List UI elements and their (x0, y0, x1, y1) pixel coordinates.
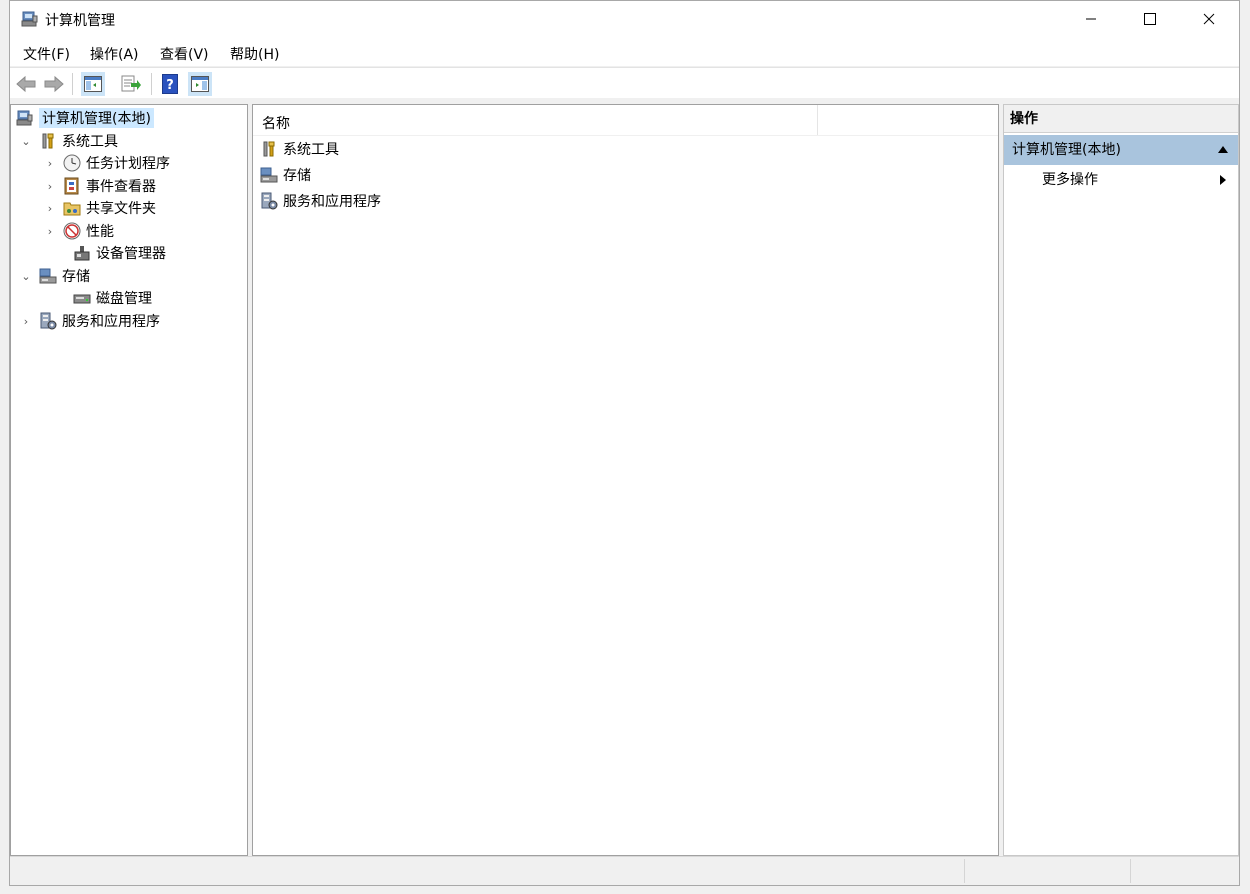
services-icon (261, 192, 278, 210)
toolbar: ? (10, 67, 1239, 98)
tree-item-performance[interactable]: › 性能 (45, 220, 114, 242)
column-divider[interactable] (817, 105, 818, 135)
maximize-button[interactable] (1121, 0, 1179, 38)
performance-icon (63, 222, 81, 240)
show-hide-action-pane-icon (191, 76, 209, 92)
disk-icon (73, 294, 91, 304)
chevron-right-icon[interactable]: › (21, 315, 31, 328)
forward-button[interactable] (42, 72, 66, 96)
tree-label: 磁盘管理 (96, 291, 152, 307)
column-header-name[interactable]: 名称 (262, 113, 290, 133)
chevron-down-icon[interactable]: ⌄ (21, 135, 31, 148)
clock-icon (63, 154, 81, 172)
tree-label: 共享文件夹 (86, 201, 156, 217)
list-item-storage[interactable]: 存储 (260, 163, 311, 187)
help-button[interactable]: ? (158, 72, 182, 96)
forward-arrow-icon (44, 75, 64, 93)
show-hide-console-tree-icon (84, 76, 102, 92)
tree-label: 任务计划程序 (86, 156, 170, 172)
tree-label: 设备管理器 (96, 246, 166, 262)
list-item-label: 服务和应用程序 (283, 194, 381, 210)
actions-section-header[interactable]: 计算机管理(本地) (1004, 135, 1238, 165)
actions-pane: 操作 计算机管理(本地) 更多操作 (1003, 104, 1239, 856)
tree-label: 系统工具 (62, 134, 118, 150)
list-item-services-applications[interactable]: 服务和应用程序 (260, 189, 381, 213)
svg-text:?: ? (166, 78, 174, 93)
chevron-right-icon[interactable]: › (45, 225, 55, 238)
tree-label: 性能 (86, 224, 114, 240)
computer-management-icon (21, 11, 38, 27)
tree-label: 存储 (62, 269, 90, 285)
tree-item-task-scheduler[interactable]: › 任务计划程序 (45, 152, 170, 174)
close-icon (1203, 13, 1215, 25)
tools-icon (42, 133, 54, 149)
show-hide-action-pane-button[interactable] (188, 72, 212, 96)
console-tree-pane: 计算机管理(本地) ⌄ 系统工具 › 任务计划程序 › 事件查看器 › 共享文件… (10, 104, 248, 856)
tree-item-disk-management[interactable]: 磁盘管理 (45, 287, 152, 309)
list-header: 名称 (253, 105, 998, 136)
chevron-right-icon[interactable]: › (45, 180, 55, 193)
window-title: 计算机管理 (45, 13, 115, 29)
tree-item-root[interactable]: 计算机管理(本地) (16, 107, 154, 129)
minimize-icon (1086, 18, 1096, 20)
close-button[interactable] (1180, 0, 1238, 38)
storage-icon (260, 167, 278, 183)
more-actions-item[interactable]: 更多操作 (1004, 167, 1238, 193)
export-list-button[interactable] (119, 72, 143, 96)
submenu-arrow-icon (1220, 175, 1226, 185)
back-arrow-icon (16, 75, 36, 93)
menu-action[interactable]: 操作(A) (90, 44, 139, 64)
show-hide-console-tree-button[interactable] (81, 72, 105, 96)
tools-icon (263, 141, 275, 157)
toolbar-separator (72, 73, 73, 95)
status-divider (964, 859, 965, 883)
menu-file[interactable]: 文件(F) (23, 44, 70, 64)
help-icon: ? (162, 74, 178, 94)
computer-management-icon (16, 110, 33, 126)
tree-item-shared-folders[interactable]: › 共享文件夹 (45, 197, 156, 219)
services-icon (40, 312, 57, 330)
back-button[interactable] (14, 72, 38, 96)
chevron-right-icon[interactable]: › (45, 202, 55, 215)
computer-management-window: 计算机管理 文件(F) 操作(A) 查看(V) 帮助(H) ? 计算机管理(本地… (0, 0, 1250, 894)
tree-item-event-viewer[interactable]: › 事件查看器 (45, 175, 156, 197)
menu-help[interactable]: 帮助(H) (230, 44, 279, 64)
list-item-system-tools[interactable]: 系统工具 (260, 137, 339, 161)
actions-title: 操作 (1004, 105, 1238, 133)
chevron-down-icon[interactable]: ⌄ (21, 270, 31, 283)
actions-section-label: 计算机管理(本地) (1012, 142, 1121, 158)
tree-label: 事件查看器 (86, 179, 156, 195)
chevron-right-icon[interactable]: › (45, 157, 55, 170)
shared-folder-icon (63, 202, 81, 216)
export-list-icon (121, 75, 141, 92)
device-manager-icon (74, 246, 90, 261)
menu-bar: 文件(F) 操作(A) 查看(V) 帮助(H) (10, 38, 1239, 66)
more-actions-label: 更多操作 (1042, 172, 1098, 188)
collapse-up-icon[interactable] (1218, 146, 1228, 153)
status-divider (1130, 859, 1131, 883)
tree-item-system-tools[interactable]: ⌄ 系统工具 (21, 130, 118, 152)
toolbar-separator (151, 73, 152, 95)
storage-icon (39, 268, 57, 284)
tree-item-services-applications[interactable]: › 服务和应用程序 (21, 310, 160, 332)
status-bar (10, 856, 1239, 886)
list-item-label: 存储 (283, 168, 311, 184)
details-list-pane: 名称 系统工具 存储 服务和应用程序 (252, 104, 999, 856)
minimize-button[interactable] (1062, 0, 1120, 38)
event-viewer-icon (64, 177, 79, 195)
tree-item-storage[interactable]: ⌄ 存储 (21, 265, 90, 287)
list-item-label: 系统工具 (283, 142, 339, 158)
tree-label: 服务和应用程序 (62, 314, 160, 330)
tree-item-device-manager[interactable]: 设备管理器 (45, 242, 166, 264)
maximize-icon (1144, 13, 1156, 25)
menu-view[interactable]: 查看(V) (160, 44, 209, 64)
title-bar[interactable]: 计算机管理 (10, 0, 1239, 38)
tree-label: 计算机管理(本地) (39, 108, 154, 128)
